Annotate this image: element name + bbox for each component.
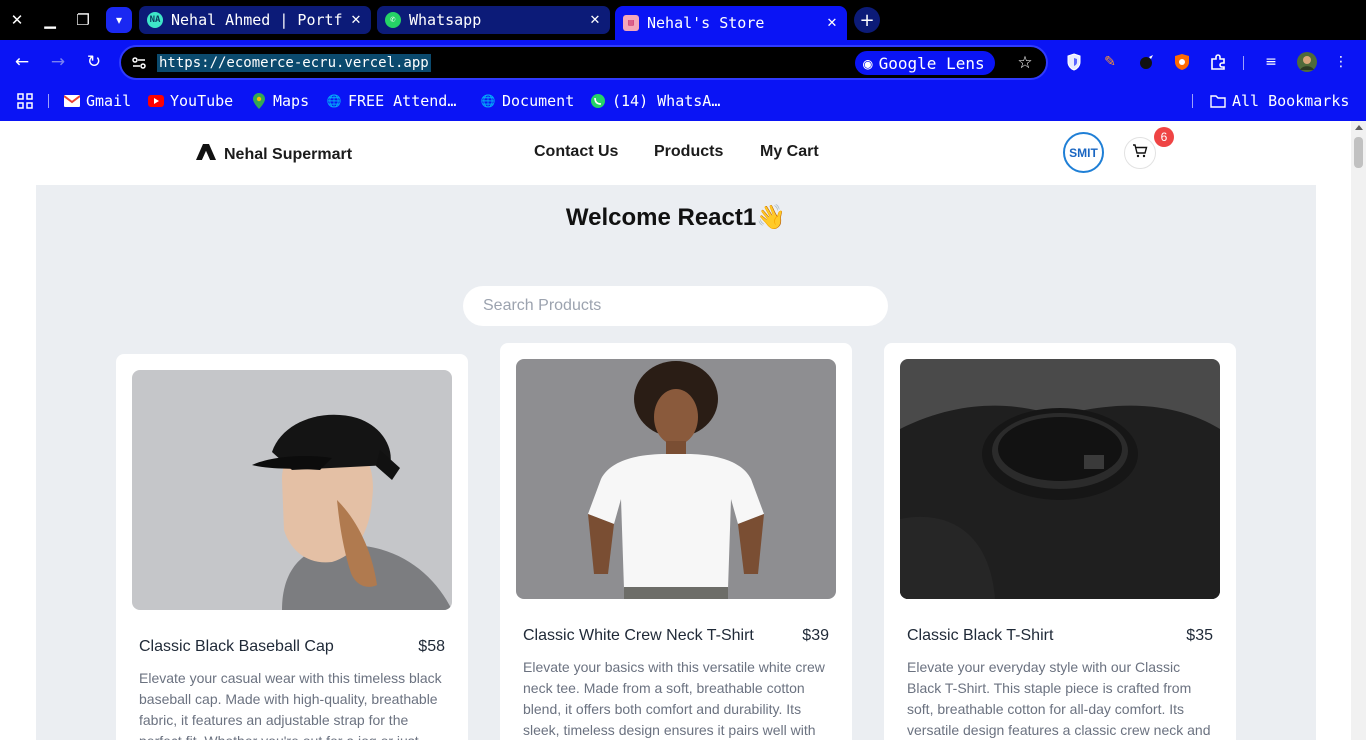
globe-icon: 🌐 [480,94,496,108]
brave-shield-extension-icon[interactable] [1171,51,1193,73]
media-queue-icon[interactable]: ≡ [1260,51,1282,73]
bird-extension-icon[interactable] [1135,51,1157,73]
title-bar: ✕ ▁ ❐ ▾ NA Nehal Ahmed | Portf ✕ ✆ Whats… [0,0,1366,40]
brand-link[interactable]: Nehal Supermart [196,143,352,166]
product-image-black-tee[interactable] [900,359,1220,599]
shopping-cart-icon [1132,143,1148,164]
maps-icon [251,93,267,109]
bookmark-star-icon[interactable]: ☆ [1013,51,1037,75]
whatsapp-icon [590,93,606,109]
product-card[interactable]: Classic White Crew Neck T-Shirt $39 Elev… [500,343,852,740]
bookmark-maps[interactable]: Maps [251,90,309,112]
nav-my-cart[interactable]: My Cart [760,143,819,161]
tab-whatsapp[interactable]: ✆ Whatsapp ✕ [377,6,610,34]
mountain-logo-icon [196,143,216,166]
product-image-white-tee[interactable] [516,359,836,599]
close-window-icon[interactable]: ✕ [5,8,29,32]
product-price: $35 [1186,627,1213,644]
cart-count-badge: 6 [1154,127,1174,147]
new-tab-plus-icon[interactable]: + [854,7,880,33]
address-bar[interactable]: https://ecomerce-ecru.vercel.app ◉ Googl… [119,45,1048,80]
bookmark-separator [1192,94,1193,108]
page-scrollbar[interactable] [1351,121,1366,740]
tab-portfolio[interactable]: NA Nehal Ahmed | Portf ✕ [139,6,371,34]
toolbar-separator [1243,56,1244,70]
brand-name: Nehal Supermart [224,145,353,163]
shield-extension-icon[interactable] [1063,51,1085,73]
all-bookmarks-button[interactable]: All Bookmarks [1210,90,1349,112]
nav-products[interactable]: Products [654,143,723,161]
product-price: $58 [418,638,445,655]
all-bookmarks-label: All Bookmarks [1232,92,1350,110]
apps-grid-icon[interactable] [16,90,34,112]
bookmark-youtube[interactable]: YouTube [148,90,233,112]
na-portfolio-icon: NA [147,12,163,28]
store-icon: ▤ [623,15,639,31]
close-tab-icon[interactable]: ✕ [347,13,365,28]
product-description: Elevate your everyday style with our Cla… [907,659,1211,738]
bookmark-separator [48,94,49,108]
browser-chrome: ✕ ▁ ❐ ▾ NA Nehal Ahmed | Portf ✕ ✆ Whats… [0,0,1366,121]
product-image-cap[interactable] [132,370,452,610]
product-description: Elevate your basics with this versatile … [523,659,825,738]
bookmarks-bar: Gmail YouTube Maps 🌐 FREE Attend… 🌐 Docu… [0,84,1366,121]
bookmark-label: (14) WhatsA… [612,92,721,110]
google-lens-button[interactable]: ◉ Google Lens [855,51,995,75]
bookmark-free-attend[interactable]: 🌐 FREE Attend… [326,90,457,112]
puzzle-extensions-icon[interactable] [1207,51,1229,73]
bookmark-label: FREE Attend… [348,92,457,110]
scroll-thumb[interactable] [1354,137,1363,168]
avatar[interactable]: SMIT [1063,132,1104,173]
avatar-text: SMIT [1069,145,1098,160]
product-card[interactable]: Classic Black Baseball Cap $58 Elevate y… [116,354,468,740]
bookmark-label: YouTube [170,92,234,110]
bookmark-whatsapp[interactable]: (14) WhatsA… [590,90,720,112]
products-section: Welcome React1👋 Classic Black Baseball C… [36,185,1316,740]
product-card[interactable]: Classic Black T-Shirt $35 Elevate your e… [884,343,1236,740]
welcome-heading: Welcome React1👋 [565,204,787,231]
nav-contact-us[interactable]: Contact Us [534,143,618,161]
search-input[interactable] [463,286,888,326]
youtube-icon [148,93,164,109]
product-title: Classic Black Baseball Cap [139,638,334,655]
close-tab-icon[interactable]: ✕ [823,16,841,31]
tab-title: Whatsapp [409,11,482,29]
product-title: Classic White Crew Neck T-Shirt [523,627,754,644]
reload-icon[interactable]: ↻ [82,50,106,74]
lens-camera-icon: ◉ [863,53,873,73]
lens-label: Google Lens [878,53,985,73]
site-settings-icon[interactable] [130,54,148,72]
more-menu-icon[interactable]: ⋮ [1330,51,1352,73]
scroll-up-arrow-icon[interactable] [1355,125,1363,130]
cart-button[interactable] [1124,137,1156,169]
tab-title: Nehal Ahmed | Portf [171,11,343,29]
tab-search-chevron-icon[interactable]: ▾ [106,7,132,33]
bookmark-gmail[interactable]: Gmail [64,90,131,112]
bookmark-label: Document [502,92,575,110]
bookmark-label: Gmail [86,92,132,110]
url-text[interactable]: https://ecomerce-ecru.vercel.app [157,54,431,72]
close-tab-icon[interactable]: ✕ [586,13,604,28]
forward-arrow-icon[interactable]: → [46,50,70,74]
product-price: $39 [802,627,829,644]
globe-icon: 🌐 [326,94,342,108]
bookmark-label: Maps [273,92,310,110]
site-header: Nehal Supermart Contact Us Products My C… [0,121,1351,185]
product-description: Elevate your casual wear with this timel… [139,670,442,740]
product-title: Classic Black T-Shirt [907,627,1054,644]
profile-avatar[interactable] [1296,51,1318,73]
whatsapp-icon: ✆ [385,12,401,28]
back-arrow-icon[interactable]: ← [10,50,34,74]
tab-store[interactable]: ▤ Nehal's Store ✕ [615,6,847,40]
folder-icon [1210,93,1226,109]
gmail-icon [64,93,80,109]
pen-extension-icon[interactable]: ✎ [1099,51,1121,73]
tab-title: Nehal's Store [647,14,765,32]
bookmark-document[interactable]: 🌐 Document [480,90,575,112]
web-page: Nehal Supermart Contact Us Products My C… [0,121,1366,740]
browser-toolbar: ← → ↻ https://ecomerce-ecru.vercel.app ◉… [0,40,1366,84]
restore-icon[interactable]: ❐ [71,8,95,32]
minimize-icon[interactable]: ▁ [38,8,62,32]
